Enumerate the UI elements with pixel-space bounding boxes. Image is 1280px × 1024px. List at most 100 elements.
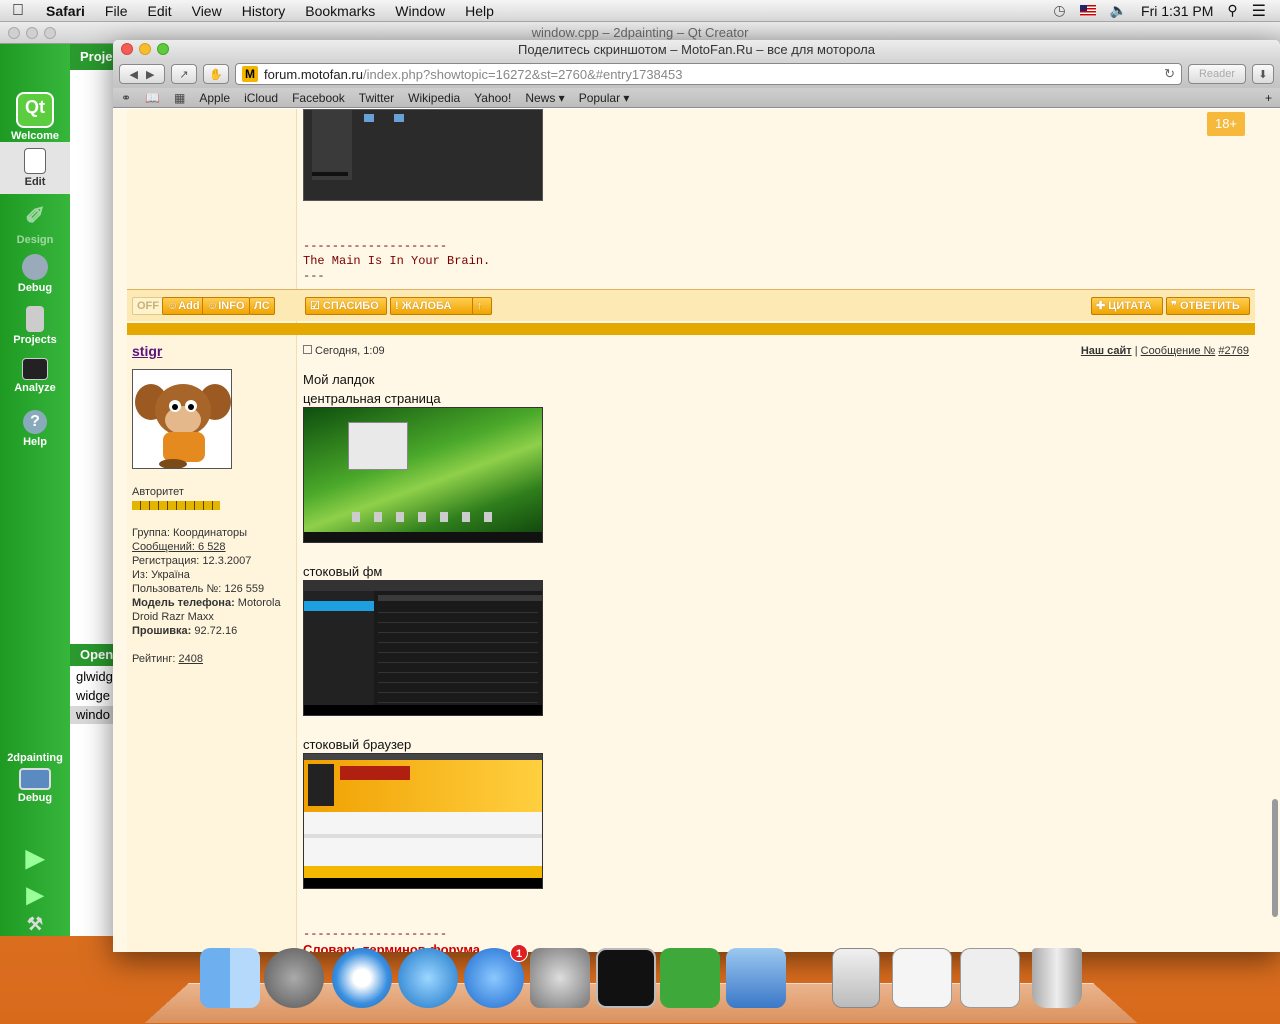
menu-file[interactable]: File (95, 3, 138, 19)
stop-button[interactable]: ✋ (203, 64, 229, 84)
disk-utility-icon[interactable] (832, 948, 880, 1008)
avatar[interactable] (132, 369, 232, 469)
preview-icon[interactable] (892, 948, 952, 1008)
time-machine-icon[interactable]: ◷ (1053, 2, 1065, 19)
trash-icon[interactable] (1032, 948, 1082, 1008)
back-icon[interactable]: ◀ (130, 68, 138, 81)
info-button[interactable]: ☺INFO (202, 297, 250, 315)
phone-model-label: Модель телефона: (132, 597, 235, 609)
mode-projects-label: Projects (13, 334, 57, 346)
msg-num-link[interactable]: #2769 (1218, 345, 1249, 357)
minimize-button[interactable] (139, 43, 151, 55)
rating-row: Рейтинг: 2408 (132, 652, 297, 666)
menu-window[interactable]: Window (385, 3, 455, 19)
notification-center-icon[interactable]: ☰ (1252, 1, 1266, 21)
messages-row[interactable]: Сообщений: 6 528 (132, 540, 297, 554)
launchpad-icon[interactable] (264, 948, 324, 1008)
menu-app-safari[interactable]: Safari (36, 3, 95, 19)
file-manager-screenshot[interactable] (303, 580, 543, 716)
finder-window-icon[interactable] (960, 948, 1020, 1008)
mode-projects[interactable]: Projects (0, 306, 70, 346)
terminal-icon[interactable] (596, 948, 656, 1008)
volume-icon[interactable]: 🔈 (1110, 2, 1127, 19)
reply-button[interactable]: ❞ ОТВЕТИТЬ (1166, 297, 1250, 315)
menu-history[interactable]: History (232, 3, 296, 19)
finder-icon[interactable] (200, 948, 260, 1008)
firmware-value: 92.72.16 (194, 625, 238, 637)
page-scrollbar[interactable] (1272, 799, 1278, 917)
rating-value[interactable]: 2408 (179, 653, 203, 665)
bookmark-apple[interactable]: Apple (199, 91, 230, 105)
open-file-item[interactable]: glwidg (70, 668, 115, 686)
add-tab-icon[interactable]: + (1265, 91, 1280, 105)
registration-value: 12.3.2007 (202, 555, 252, 567)
target-selector[interactable]: 2dpainting Debug (0, 752, 70, 804)
downloads-button[interactable]: ⬇ (1252, 64, 1274, 84)
monitor-icon (19, 768, 51, 790)
bookmark-facebook[interactable]: Facebook (292, 91, 345, 105)
menu-help[interactable]: Help (455, 3, 504, 19)
top-sites-grid-icon[interactable]: ▦ (174, 91, 185, 105)
username-link[interactable]: stigr (132, 343, 162, 359)
bookmark-popular[interactable]: Popular ▾ (579, 91, 630, 105)
system-preferences-icon[interactable] (530, 948, 590, 1008)
build-button[interactable]: ⚒ (0, 914, 70, 935)
our-site-link[interactable]: Наш сайт (1081, 345, 1132, 357)
bookmark-icloud[interactable]: iCloud (244, 91, 278, 105)
open-file-item[interactable]: widge (70, 687, 115, 705)
qt-creator-icon[interactable] (660, 948, 720, 1008)
reload-icon[interactable]: ↻ (1164, 66, 1175, 82)
bookmark-twitter[interactable]: Twitter (359, 91, 394, 105)
mode-debug[interactable]: Debug (0, 254, 70, 294)
mode-help-label: Help (23, 436, 47, 448)
forward-icon[interactable]: ▶ (146, 68, 154, 81)
quote-label: ЦИТАТА (1108, 300, 1152, 312)
quote-button[interactable]: ✚ ЦИТАТА (1091, 297, 1163, 315)
menu-view[interactable]: View (182, 3, 232, 19)
back-forward-buttons[interactable]: ◀ ▶ (119, 64, 165, 84)
open-file-item[interactable]: windo (70, 706, 115, 724)
run-button[interactable]: ▶ (0, 844, 70, 873)
qt-close-button[interactable] (8, 27, 20, 39)
itunes-icon[interactable] (398, 948, 458, 1008)
close-button[interactable] (121, 43, 133, 55)
debug-run-button[interactable]: ▶ (0, 882, 70, 908)
spotlight-search-icon[interactable]: ⚲ (1227, 2, 1237, 19)
qt-zoom-button[interactable] (44, 27, 56, 39)
mode-welcome[interactable]: Qt Welcome (0, 92, 70, 142)
report-button[interactable]: ! ЖАЛОБА (390, 297, 474, 315)
bookmark-news[interactable]: News ▾ (525, 91, 564, 105)
off-button[interactable]: OFF (132, 297, 164, 315)
reading-list-icon[interactable]: ⚭ (121, 91, 131, 105)
app-store-icon[interactable]: 1 (464, 944, 528, 1008)
reader-button[interactable]: Reader (1188, 64, 1246, 84)
menu-edit[interactable]: Edit (137, 3, 181, 19)
qt-minimize-button[interactable] (26, 27, 38, 39)
warning-icon: ! (395, 300, 402, 312)
add-button[interactable]: ☺Add (162, 297, 205, 315)
mode-analyze[interactable]: Analyze (0, 358, 70, 394)
mode-help[interactable]: ? Help (0, 410, 70, 448)
thanks-button[interactable]: ☑ СПАСИБО (305, 297, 387, 315)
pm-button[interactable]: ЛС (249, 297, 275, 315)
clock[interactable]: Fri 1:31 PM (1141, 3, 1213, 19)
safari-icon[interactable] (332, 948, 392, 1008)
msg-label-link[interactable]: Сообщение № (1141, 345, 1216, 357)
zoom-button[interactable] (157, 43, 169, 55)
apple-menu-icon[interactable]:  (0, 2, 36, 20)
prev-post-screenshot[interactable] (303, 109, 543, 201)
mode-design[interactable]: ✐ Design (0, 202, 70, 246)
xcode-icon[interactable] (726, 948, 786, 1008)
bookmark-wikipedia[interactable]: Wikipedia (408, 91, 460, 105)
address-bar[interactable]: M forum.motofan.ru/index.php?showtopic=1… (235, 63, 1182, 85)
scroll-top-button[interactable]: ↑ (472, 297, 492, 315)
share-button[interactable]: ↗ (171, 64, 197, 84)
home-screen-screenshot[interactable] (303, 407, 543, 543)
menu-bookmarks[interactable]: Bookmarks (295, 3, 385, 19)
browser-screenshot[interactable] (303, 753, 543, 889)
mode-edit[interactable]: Edit (0, 142, 70, 194)
bookmark-yahoo[interactable]: Yahoo! (474, 91, 511, 105)
flag-icon[interactable] (1079, 5, 1096, 16)
projects-icon (26, 306, 44, 332)
bookmarks-book-icon[interactable]: 📖 (145, 91, 160, 105)
